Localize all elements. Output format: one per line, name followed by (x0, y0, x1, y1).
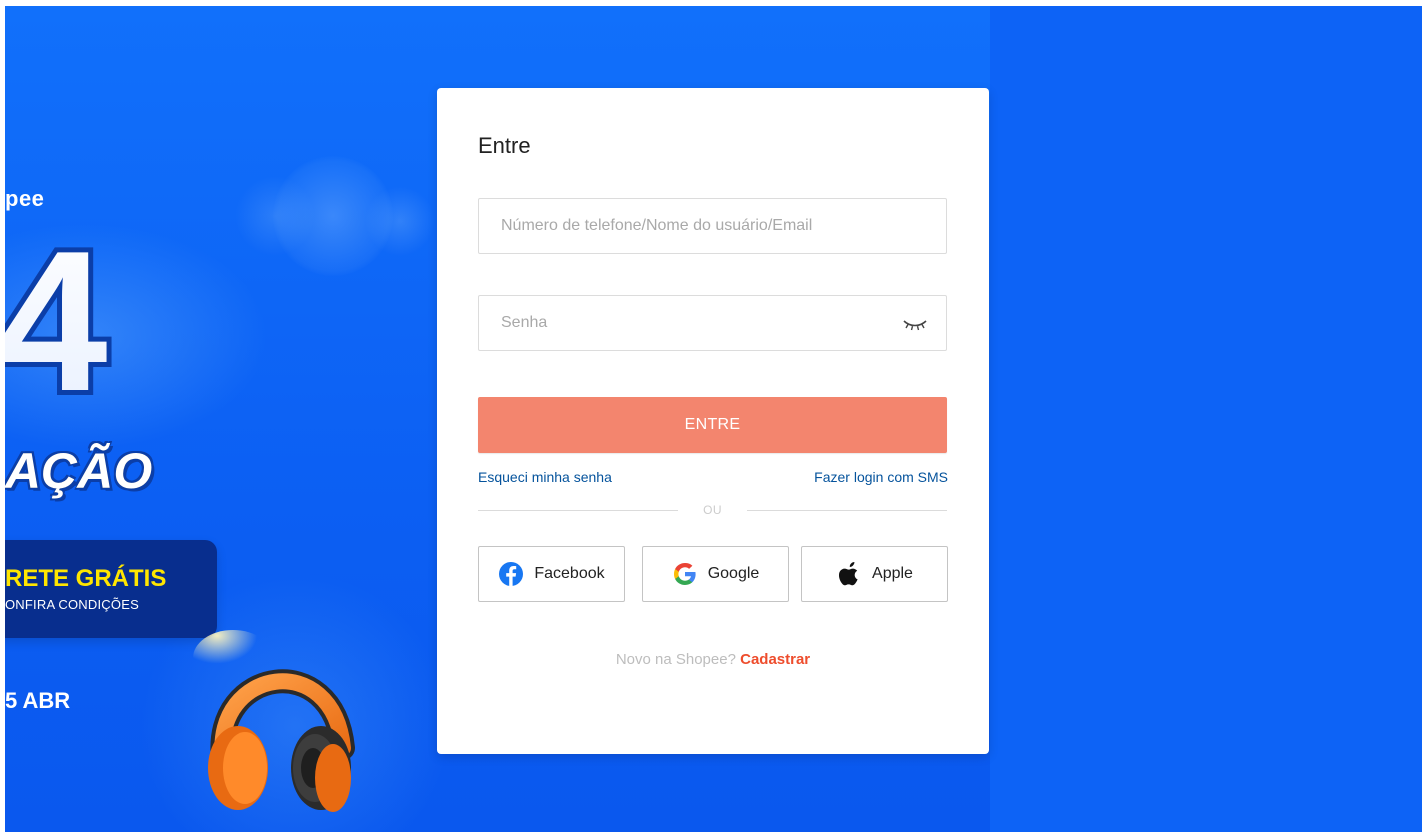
username-input[interactable] (479, 199, 946, 253)
google-label: Google (707, 565, 760, 582)
google-icon (673, 563, 696, 585)
password-field (478, 295, 947, 351)
bokeh-light (365, 186, 435, 256)
frete-gratis-title: RETE GRÁTIS (5, 565, 167, 592)
signup-link[interactable]: Cadastrar (740, 651, 810, 668)
google-login-button[interactable]: Google (642, 546, 789, 602)
apple-icon (839, 562, 858, 586)
apple-label: Apple (872, 565, 913, 582)
password-input[interactable] (479, 296, 946, 350)
signup-row: Novo na Shopee? Cadastrar (437, 651, 989, 668)
username-field (478, 198, 947, 254)
promo-big-number: 4 (5, 220, 113, 410)
sms-login-link[interactable]: Fazer login com SMS (814, 469, 948, 485)
headphones-illustration (193, 630, 355, 812)
frete-gratis-subtitle: ONFIRA CONDIÇÕES (5, 597, 139, 612)
facebook-login-button[interactable]: Facebook (478, 546, 625, 602)
frete-gratis-badge[interactable]: RETE GRÁTIS ONFIRA CONDIÇÕES (5, 540, 217, 638)
eye-closed-icon[interactable] (902, 314, 928, 334)
banner-right-fill (990, 6, 1422, 832)
promo-brand-text: pee (5, 186, 45, 211)
forgot-password-link[interactable]: Esqueci minha senha (478, 469, 612, 485)
or-divider: OU (478, 503, 947, 517)
page-background: pee 4 AÇÃO RETE GRÁTIS ONFIRA CONDIÇÕES … (5, 6, 1422, 832)
login-card: Entre ENTRE Esqueci minha senha Fazer lo… (437, 88, 989, 754)
promo-big-number-text: 4 (5, 220, 108, 410)
apple-login-button[interactable]: Apple (801, 546, 948, 602)
promo-word: AÇÃO (5, 443, 153, 499)
bokeh-light (235, 176, 315, 256)
facebook-icon (499, 562, 524, 586)
login-title: Entre (478, 133, 531, 158)
divider-line-right (747, 510, 947, 511)
signup-prompt: Novo na Shopee? (615, 651, 736, 668)
login-button[interactable]: ENTRE (478, 397, 947, 453)
promo-date: 5 ABR (5, 688, 71, 713)
facebook-label: Facebook (534, 565, 605, 582)
